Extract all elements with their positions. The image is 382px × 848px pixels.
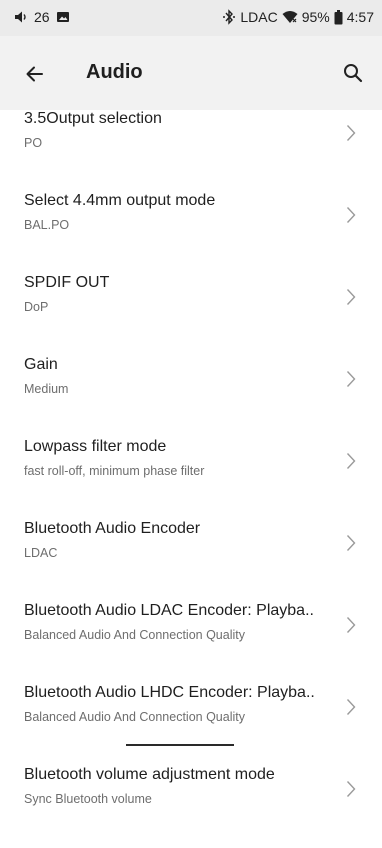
notification-count: 26 xyxy=(34,9,50,25)
chevron-right-icon xyxy=(346,371,356,387)
image-icon xyxy=(56,12,69,22)
chevron-right-icon xyxy=(346,207,356,223)
status-left: 26 xyxy=(14,9,70,25)
bluetooth-icon xyxy=(223,9,236,25)
setting-lowpass-filter-mode[interactable]: Lowpass filter mode fast roll-off, minim… xyxy=(0,438,382,520)
chevron-right-icon xyxy=(346,125,356,141)
battery-icon xyxy=(334,9,343,24)
chevron-right-icon xyxy=(346,535,356,551)
back-button[interactable] xyxy=(22,61,48,87)
setting-value: DoP xyxy=(24,300,49,314)
chevron-right-icon xyxy=(346,781,356,797)
arrow-left-icon xyxy=(26,66,43,82)
setting-title: Gain xyxy=(24,356,58,373)
wifi-icon xyxy=(282,11,298,23)
setting-spdif-out[interactable]: SPDIF OUT DoP xyxy=(0,274,382,356)
search-button[interactable] xyxy=(340,60,366,86)
setting-bluetooth-volume-mode[interactable]: Bluetooth volume adjustment mode Sync Bl… xyxy=(0,766,382,848)
setting-gain[interactable]: Gain Medium xyxy=(0,356,382,438)
setting-title: Bluetooth volume adjustment mode xyxy=(24,766,275,783)
volume-icon xyxy=(15,11,26,23)
status-bar: 26 LDAC 95% 4:57 xyxy=(0,0,382,36)
chevron-right-icon xyxy=(346,617,356,633)
setting-title: Bluetooth Audio Encoder xyxy=(24,520,201,537)
app-bar: Audio xyxy=(0,36,382,110)
setting-title: SPDIF OUT xyxy=(24,274,110,291)
setting-value: PO xyxy=(24,136,43,150)
setting-value: Balanced Audio And Connection Quality xyxy=(24,628,245,642)
setting-title: Bluetooth Audio LDAC Encoder: Playba.. xyxy=(24,602,314,619)
setting-value: BAL.PO xyxy=(24,218,70,232)
setting-ldac-encoder[interactable]: Bluetooth Audio LDAC Encoder: Playba.. B… xyxy=(0,602,382,684)
search-icon xyxy=(344,64,363,83)
setting-title: Bluetooth Audio LHDC Encoder: Playba.. xyxy=(24,684,315,701)
chevron-right-icon xyxy=(346,699,356,715)
setting-value: Balanced Audio And Connection Quality xyxy=(24,710,245,724)
setting-44mm-output-mode[interactable]: Select 4.4mm output mode BAL.PO xyxy=(0,192,382,274)
setting-value: LDAC xyxy=(24,546,58,560)
chevron-right-icon xyxy=(346,453,356,469)
setting-value: Medium xyxy=(24,382,69,396)
setting-value: fast roll-off, minimum phase filter xyxy=(24,464,205,478)
home-indicator[interactable] xyxy=(126,744,234,746)
setting-lhdc-encoder[interactable]: Bluetooth Audio LHDC Encoder: Playba.. B… xyxy=(0,684,382,766)
setting-title: Lowpass filter mode xyxy=(24,438,167,455)
clock: 4:57 xyxy=(346,9,374,25)
chevron-right-icon xyxy=(346,289,356,305)
codec-label: LDAC xyxy=(240,9,278,25)
setting-title: Select 4.4mm output mode xyxy=(24,192,216,209)
page-title: Audio xyxy=(86,61,143,83)
setting-value: Sync Bluetooth volume xyxy=(24,792,152,806)
setting-bluetooth-audio-encoder[interactable]: Bluetooth Audio Encoder LDAC xyxy=(0,520,382,602)
settings-list: 3.5Output selection PO Select 4.4mm outp… xyxy=(0,110,382,848)
status-right: LDAC 95% 4:57 xyxy=(222,9,374,25)
battery-percent: 95% xyxy=(301,9,330,25)
setting-35-output-selection[interactable]: 3.5Output selection PO xyxy=(0,110,382,192)
setting-title: 3.5Output selection xyxy=(24,110,162,127)
